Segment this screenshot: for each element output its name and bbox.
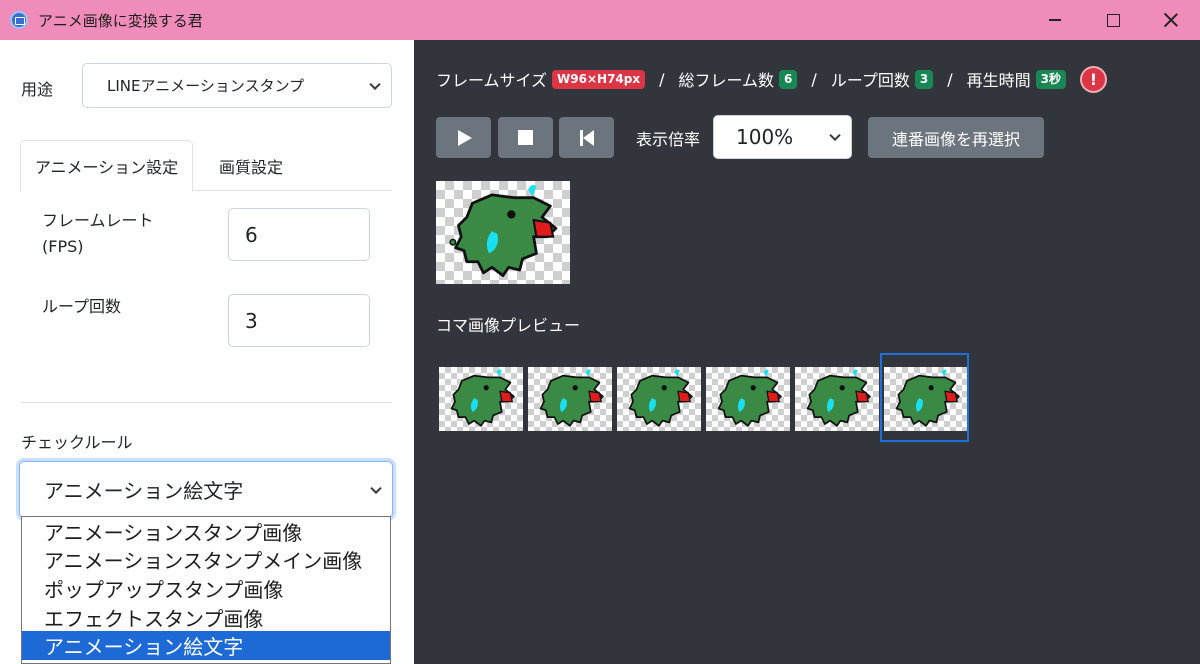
stop-icon (518, 130, 533, 145)
frame-thumbnail[interactable] (795, 367, 879, 431)
stop-button[interactable] (498, 117, 553, 158)
tab-animation-settings[interactable]: アニメーション設定 (20, 140, 193, 192)
dropdown-option[interactable]: アニメーションスタンプメイン画像 (22, 546, 390, 575)
window-controls (1026, 0, 1200, 40)
settings-tabs: アニメーション設定 画質設定 (20, 140, 392, 192)
loop-count-input[interactable]: 3 (228, 294, 370, 347)
rewind-icon (579, 129, 594, 146)
zoom-select[interactable]: 100% (713, 115, 852, 159)
check-rule-select-value: アニメーション絵文字 (44, 479, 244, 503)
frame-size-badge: W96×H74px (552, 69, 646, 89)
tab-quality-settings[interactable]: 画質設定 (196, 140, 306, 191)
framerate-input[interactable]: 6 (228, 208, 370, 261)
dropdown-option-selected[interactable]: アニメーション絵文字 (22, 631, 390, 660)
framerate-label-line1: フレームレート (42, 211, 154, 230)
crocodile-image (806, 369, 871, 427)
loop-count-info-label: ループ回数 (830, 71, 910, 90)
frame-preview-label: コマ画像プレビュー (436, 316, 581, 335)
frame-thumbnail[interactable] (617, 367, 701, 431)
total-frames-label: 総フレーム数 (678, 71, 775, 90)
section-divider (20, 402, 392, 403)
animation-preview-image (436, 181, 570, 284)
selected-frame-outline (880, 353, 969, 442)
play-time-badge: 3秒 (1035, 69, 1066, 89)
rewind-button[interactable] (559, 117, 614, 158)
maximize-button[interactable] (1084, 0, 1142, 40)
chevron-down-icon (829, 129, 841, 142)
usage-select-value: LINEアニメーションスタンプ (107, 77, 305, 95)
usage-select[interactable]: LINEアニメーションスタンプ (82, 63, 392, 108)
total-frames-badge: 6 (779, 69, 798, 89)
check-rule-label: チェックルール (21, 433, 133, 452)
frame-size-label: フレームサイズ (436, 71, 548, 90)
frame-thumbnail[interactable] (528, 367, 612, 431)
framerate-label-line2: (FPS) (42, 237, 84, 256)
animation-info: フレームサイズ W96×H74px / 総フレーム数 6 / ループ回数 3 /… (436, 65, 1107, 93)
chevron-down-icon (370, 482, 382, 494)
check-rule-dropdown: アニメーションスタンプ画像 アニメーションスタンプメイン画像 ポップアップスタン… (21, 516, 391, 664)
reselect-images-button[interactable]: 連番画像を再選択 (868, 117, 1044, 158)
crocodile-image (450, 369, 515, 427)
separator: / (659, 69, 665, 89)
crocodile-image (539, 369, 604, 427)
zoom-select-value: 100% (736, 125, 794, 149)
loop-count-label: ループ回数 (42, 297, 122, 316)
alert-icon[interactable]: ! (1079, 65, 1107, 93)
dropdown-option[interactable]: アニメーションスタンプ画像 (22, 517, 390, 546)
separator: / (811, 69, 817, 89)
crocodile-image (717, 369, 782, 427)
framerate-label: フレームレート (FPS) (42, 208, 154, 260)
title-bar: アニメ画像に変換する君 (0, 0, 1200, 40)
minimize-icon (1049, 19, 1061, 21)
crocodile-image (628, 369, 693, 427)
zoom-label: 表示倍率 (636, 130, 701, 149)
play-icon (458, 129, 472, 146)
chevron-down-icon (369, 78, 381, 90)
usage-label: 用途 (21, 80, 54, 99)
separator: / (947, 69, 953, 89)
check-rule-select[interactable]: アニメーション絵文字 (19, 461, 393, 518)
play-time-label: 再生時間 (966, 71, 1031, 90)
app-icon (10, 11, 28, 29)
loop-count-badge: 3 (914, 69, 934, 89)
minimize-button[interactable] (1026, 0, 1084, 40)
dropdown-option[interactable]: エフェクトスタンプ画像 (22, 603, 390, 632)
crocodile-image (449, 185, 558, 278)
preview-panel: フレームサイズ W96×H74px / 総フレーム数 6 / ループ回数 3 /… (414, 40, 1200, 664)
frame-thumbnail[interactable] (706, 367, 790, 431)
dropdown-option[interactable]: ポップアップスタンプ画像 (22, 574, 390, 603)
close-button[interactable] (1142, 0, 1200, 40)
maximize-icon (1106, 13, 1120, 27)
settings-panel: 用途 LINEアニメーションスタンプ アニメーション設定 画質設定 フレームレー… (0, 40, 414, 664)
window-title: アニメ画像に変換する君 (38, 11, 203, 30)
play-button[interactable] (436, 117, 491, 158)
close-icon (1164, 13, 1178, 27)
frame-thumbnail[interactable] (439, 367, 523, 431)
